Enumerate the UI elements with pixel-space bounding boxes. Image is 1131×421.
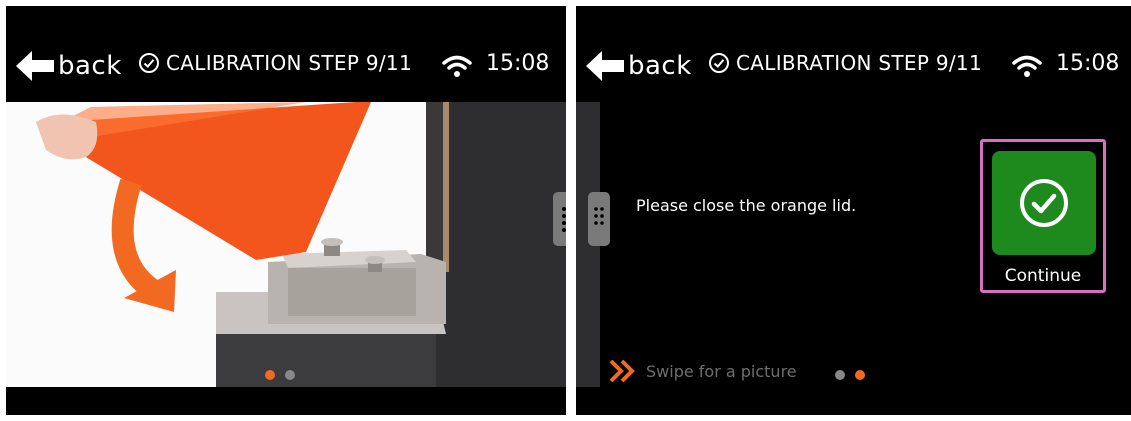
- handle-dots-icon: [562, 207, 566, 232]
- page-indicator: [835, 370, 865, 380]
- continue-label: Continue: [1004, 266, 1082, 286]
- back-button[interactable]: back: [16, 49, 122, 83]
- handle-dots-icon: [594, 207, 604, 225]
- checkmark-icon: [1020, 179, 1068, 227]
- swipe-handle[interactable]: [588, 192, 610, 246]
- page-dot: [285, 370, 295, 380]
- clock: 15:08: [486, 51, 550, 76]
- back-button[interactable]: back: [586, 49, 692, 83]
- status-bar: back CALIBRATION STEP 9/11 15:08: [576, 6, 1131, 102]
- instruction-text: Please close the orange lid.: [636, 196, 857, 215]
- calibration-screen-picture: back CALIBRATION STEP 9/11 15:08: [6, 6, 566, 415]
- clock: 15:08: [1056, 51, 1120, 76]
- page-dot: [835, 370, 845, 380]
- step-indicator: CALIBRATION STEP 9/11: [138, 51, 412, 75]
- illustration-photo[interactable]: [6, 102, 566, 387]
- continue-button[interactable]: [992, 151, 1096, 255]
- swipe-hint-label: Swipe for a picture: [646, 361, 797, 381]
- page-dot: [265, 370, 275, 380]
- check-circle-icon: [139, 53, 159, 73]
- double-chevron-right-icon: [609, 359, 635, 383]
- swipe-hint[interactable]: Swipe for a picture: [608, 358, 797, 384]
- wifi-icon: [1012, 55, 1042, 77]
- back-label: back: [58, 51, 122, 81]
- step-label: CALIBRATION STEP 9/11: [736, 51, 982, 75]
- status-bar: back CALIBRATION STEP 9/11 15:08: [6, 6, 566, 102]
- printer-illustration: [6, 102, 566, 387]
- page-indicator: [265, 370, 295, 380]
- calibration-screen-instruction: back CALIBRATION STEP 9/11 15:08 Please …: [576, 6, 1131, 415]
- swipe-handle[interactable]: [553, 192, 566, 246]
- continue-highlight: Continue: [980, 139, 1106, 293]
- wifi-icon: [442, 55, 472, 77]
- step-indicator: CALIBRATION STEP 9/11: [708, 51, 982, 75]
- back-label: back: [628, 51, 692, 81]
- page-dot: [855, 370, 865, 380]
- back-arrow-icon: [16, 51, 54, 81]
- back-arrow-icon: [586, 51, 624, 81]
- step-label: CALIBRATION STEP 9/11: [166, 51, 412, 75]
- check-circle-icon: [709, 53, 729, 73]
